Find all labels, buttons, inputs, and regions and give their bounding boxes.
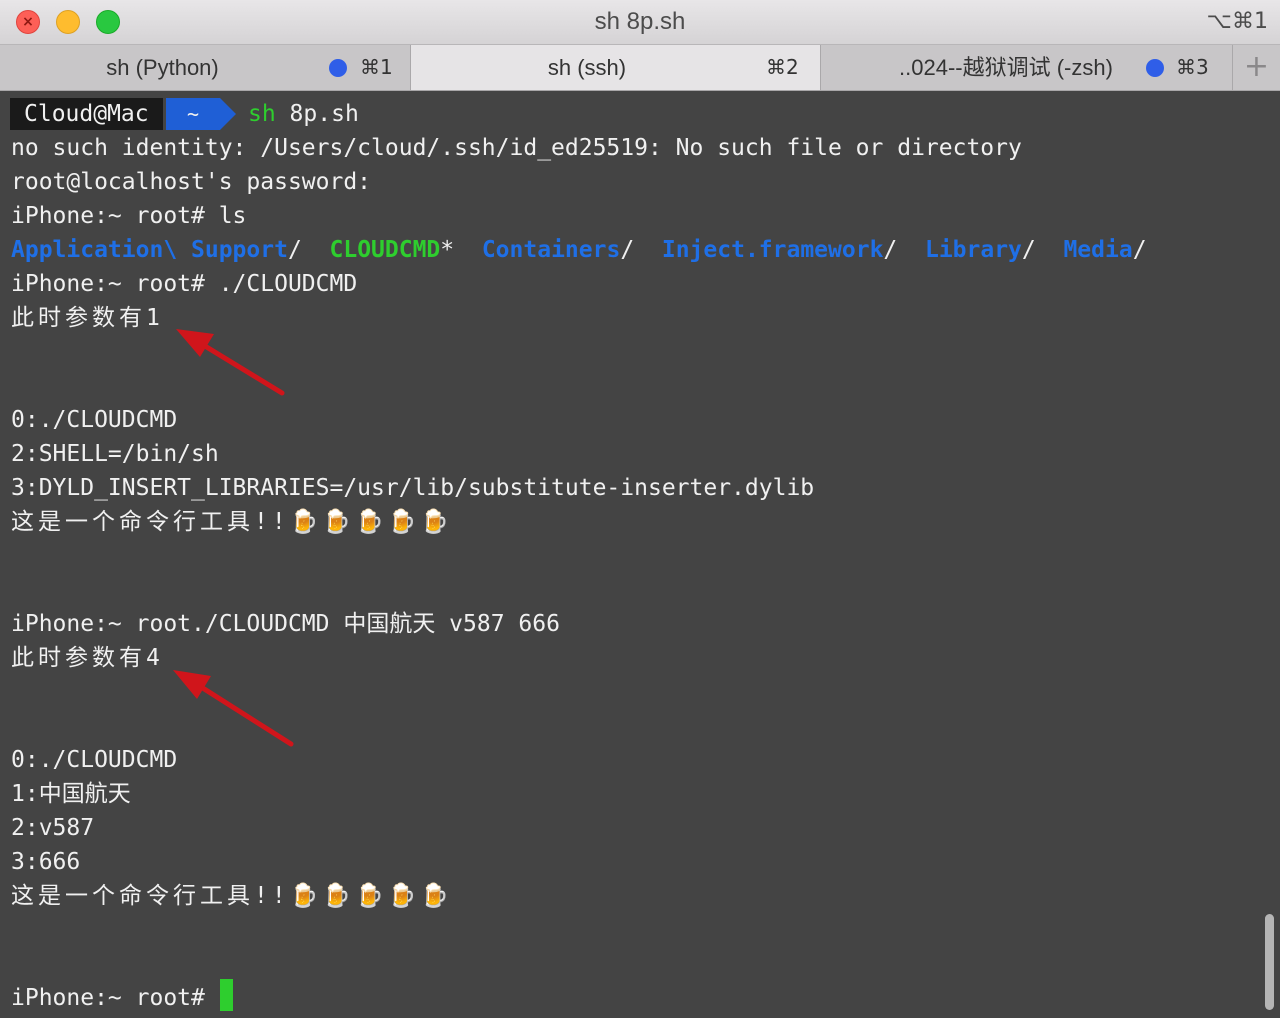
output-line: iPhone:~ root# ./CLOUDCMD [11, 271, 358, 297]
ls-exe-entry: CLOUDCMD [329, 237, 441, 263]
title-bar: × sh 8p.sh ⌥⌘1 [0, 0, 1280, 45]
output-line: 这是一个命令行工具!!🍺🍺🍺🍺🍺 [11, 509, 453, 535]
output-line: root@localhost's password: [11, 169, 372, 195]
output-line: iPhone:~ root./CLOUDCMD 中国航天 v587 666 [11, 611, 560, 637]
tab-shortcut: ⌘2 [766, 55, 799, 79]
tab-label: sh (Python) [106, 55, 219, 80]
output-line: 2:SHELL=/bin/sh [11, 441, 219, 467]
ls-separator: * [440, 237, 482, 263]
activity-dot-icon [1146, 59, 1164, 77]
output-line: 此时参数有4 [11, 645, 164, 671]
tab-shortcut: ⌘1 [360, 55, 393, 79]
prompt-user-segment: Cloud@Mac [10, 98, 163, 130]
window-shortcut: ⌥⌘1 [1206, 9, 1268, 34]
ls-separator: / [287, 237, 330, 263]
window-title: sh 8p.sh [594, 8, 686, 35]
tab-bar: sh (Python) ⌘1 sh (ssh) ⌘2 ..024--越狱调试 (… [0, 45, 1280, 91]
terminal-cursor [220, 979, 233, 1011]
current-prompt-line: iPhone:~ root# [11, 985, 219, 1011]
output-line: 这是一个命令行工具!!🍺🍺🍺🍺🍺 [11, 883, 453, 909]
tab-sh-python[interactable]: sh (Python) ⌘1 [0, 45, 411, 90]
tab-label: ..024--越狱调试 (-zsh) [899, 55, 1113, 80]
output-line: 3:DYLD_INSERT_LIBRARIES=/usr/lib/substit… [11, 475, 815, 501]
output-line: 1:中国航天 [11, 781, 131, 807]
ls-separator: / [1021, 237, 1064, 263]
output-line: 3:666 [11, 849, 81, 875]
output-line: iPhone:~ root# ls [11, 203, 247, 229]
ls-dir-entry: Media [1063, 237, 1133, 263]
ls-dir-entry: Application\ Support [11, 237, 288, 263]
output-line: 此时参数有1 [11, 305, 164, 331]
ls-separator: / [1132, 237, 1147, 263]
command-args: 8p.sh [275, 101, 359, 127]
command-name: sh [248, 101, 276, 127]
output-line: 2:v587 [11, 815, 95, 841]
ls-separator: / [620, 237, 662, 263]
tab-sh-ssh[interactable]: sh (ssh) ⌘2 [411, 45, 821, 90]
tab-label: sh (ssh) [547, 55, 627, 80]
ls-separator: / [883, 237, 925, 263]
ls-dir-entry: Inject.framework [661, 237, 884, 263]
tab-zsh[interactable]: ..024--越狱调试 (-zsh) ⌘3 [821, 45, 1233, 90]
output-line: 0:./CLOUDCMD [11, 407, 178, 433]
ls-output-line: Application\ Support/ CLOUDCMD* Containe… [11, 233, 1147, 267]
terminal-output[interactable]: Cloud@Mac ~ sh 8p.sh no such identity: /… [0, 91, 1280, 1018]
prompt-chevron-icon [220, 98, 236, 130]
ls-dir-entry: Containers [481, 237, 621, 263]
activity-dot-icon [329, 59, 347, 77]
new-tab-button[interactable]: + [1233, 45, 1280, 90]
tab-shortcut: ⌘3 [1176, 55, 1209, 79]
scrollbar-thumb[interactable] [1265, 914, 1274, 1010]
prompt-command: sh 8p.sh [248, 98, 359, 130]
output-line: 0:./CLOUDCMD [11, 747, 178, 773]
ls-dir-entry: Library [924, 237, 1022, 263]
output-line: no such identity: /Users/cloud/.ssh/id_e… [11, 135, 1022, 161]
prompt-dir-segment: ~ [166, 98, 220, 130]
plus-icon: + [1243, 49, 1270, 84]
